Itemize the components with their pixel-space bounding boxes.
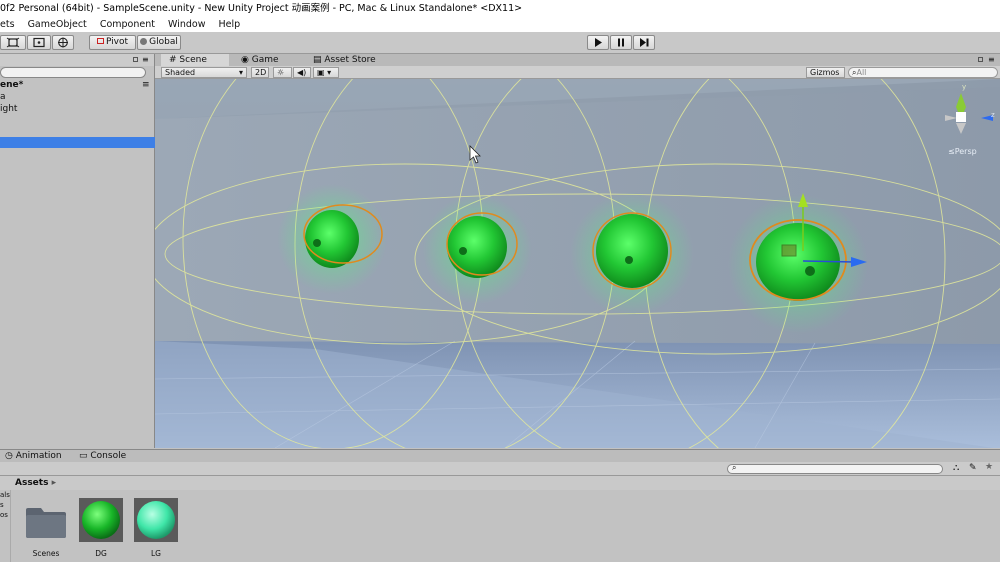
asset-material-dg[interactable]: DG: [78, 498, 124, 558]
store-icon: ▤: [313, 55, 322, 65]
hierarchy-panel: ≡ ene* ≡ a ight: [0, 54, 155, 448]
material-sphere-icon: [134, 498, 178, 542]
pause-button[interactable]: [610, 35, 632, 50]
scale-tool-icon: [6, 37, 20, 48]
mode-2d-toggle[interactable]: 2D: [251, 67, 269, 78]
filter-type-icon[interactable]: ⛬: [953, 463, 959, 473]
asset-scenes-folder[interactable]: Scenes: [23, 498, 69, 558]
asset-material-lg[interactable]: LG: [133, 498, 179, 558]
dropdown-arrow-icon: ▾: [238, 68, 243, 77]
tab-asset-store[interactable]: ▤ Asset Store: [305, 54, 395, 66]
project-search-input[interactable]: ⌕: [727, 463, 943, 474]
asset-grid: Scenes DG LG: [11, 490, 1000, 562]
bottom-tab-strip: ◷ Animation ▭ Console: [0, 449, 1000, 462]
scene-options-icon[interactable]: ≡: [142, 80, 150, 91]
panel-menu-icon[interactable]: ≡: [142, 56, 149, 64]
gizmo-z-label: z: [991, 111, 995, 119]
main-toolbar: Pivot Global: [0, 32, 1000, 54]
menu-help[interactable]: Help: [219, 19, 241, 30]
menu-window[interactable]: Window: [168, 19, 205, 30]
hierarchy-item-light[interactable]: ight: [0, 104, 155, 115]
global-label: Global: [149, 37, 178, 47]
play-button[interactable]: [587, 35, 609, 50]
favorite-star-icon[interactable]: ★: [985, 462, 993, 472]
tab-game[interactable]: ◉ Game: [233, 54, 303, 66]
project-toolbar: ⌕ ⛬ ✎ ★: [0, 462, 1000, 476]
animation-icon: ◷: [5, 451, 13, 461]
image-icon: ▣: [317, 68, 325, 77]
transform-tool-icon: [58, 37, 68, 48]
folder-icon: [26, 508, 66, 538]
pivot-label: Pivot: [105, 37, 129, 47]
menu-assets[interactable]: ets: [0, 19, 15, 30]
project-breadcrumb: Assets ▸: [0, 476, 1000, 490]
step-icon: [640, 38, 649, 47]
hierarchy-item-camera[interactable]: a: [0, 92, 155, 103]
green-sphere-3: [570, 192, 694, 316]
play-icon: [595, 38, 602, 47]
menu-component[interactable]: Component: [100, 19, 155, 30]
panel-menu-icon[interactable]: ≡: [988, 55, 995, 64]
hierarchy-item-selected[interactable]: [0, 137, 155, 148]
menu-bar: ets GameObject Component Window Help: [0, 17, 1000, 32]
lighting-toggle[interactable]: ☼: [273, 67, 292, 78]
tree-item[interactable]: os: [0, 510, 10, 520]
global-toggle[interactable]: Global: [137, 35, 181, 50]
persp-label[interactable]: ≤Persp: [948, 147, 977, 156]
scene-search-input[interactable]: ⌕All: [848, 67, 998, 78]
chevron-right-icon: ▸: [51, 478, 57, 488]
gizmo-y-label: y: [962, 83, 967, 91]
hierarchy-search-input[interactable]: [0, 67, 146, 78]
pivot-toggle[interactable]: Pivot: [89, 35, 136, 50]
filter-label-icon[interactable]: ✎: [969, 463, 977, 473]
scene-view-bar: Shaded ▾ 2D ☼ ◀) ▣ ▾ Gizmos ▾ ⌕All: [155, 66, 1000, 87]
grid-icon: #: [169, 55, 177, 65]
step-button[interactable]: [633, 35, 655, 50]
scene-tab-strip: # Scene ◉ Game ▤ Asset Store ≡: [155, 54, 1000, 66]
effects-dropdown[interactable]: ▣ ▾: [313, 67, 339, 78]
pivot-icon: [96, 38, 104, 44]
hierarchy-tab-strip: ≡: [0, 54, 154, 66]
menu-gameobject[interactable]: GameObject: [28, 19, 87, 30]
rect-tool-button[interactable]: [27, 35, 51, 50]
console-icon: ▭: [79, 451, 88, 461]
sun-icon: ☼: [277, 68, 285, 77]
material-sphere-icon: [79, 498, 123, 542]
asset-label: DG: [95, 549, 107, 558]
scale-tool-button[interactable]: [0, 35, 26, 50]
scene-viewport[interactable]: y z ≤Persp: [155, 79, 1000, 448]
game-icon: ◉: [241, 55, 249, 65]
rect-tool-icon: [33, 37, 45, 48]
window-title: 0f2 Personal (64bit) - SampleScene.unity…: [0, 0, 1000, 17]
tree-item[interactable]: als: [0, 490, 10, 500]
pause-icon: [618, 38, 624, 47]
tree-item[interactable]: s: [0, 500, 10, 510]
search-icon: ⌕: [732, 463, 737, 472]
speaker-icon: ◀): [297, 68, 307, 77]
hierarchy-scene-root[interactable]: ene* ≡: [0, 80, 155, 91]
audio-toggle[interactable]: ◀): [293, 67, 311, 78]
green-sphere-4: [728, 193, 868, 334]
transform-tool-button[interactable]: [52, 35, 74, 50]
tab-scene[interactable]: # Scene: [161, 54, 229, 66]
asset-label: LG: [151, 549, 161, 558]
asset-label: Scenes: [32, 549, 60, 558]
green-sphere-2: [422, 194, 532, 304]
scene-render: [155, 79, 1000, 448]
shading-mode-dropdown[interactable]: Shaded ▾: [161, 67, 247, 78]
project-folder-tree: als s os: [0, 490, 11, 562]
gizmos-dropdown[interactable]: Gizmos ▾: [806, 67, 845, 87]
lock-icon[interactable]: [133, 57, 138, 62]
globe-icon: [140, 38, 148, 45]
green-sphere-1: [277, 184, 387, 294]
lock-icon[interactable]: [978, 57, 983, 62]
breadcrumb-assets[interactable]: Assets: [15, 478, 48, 488]
